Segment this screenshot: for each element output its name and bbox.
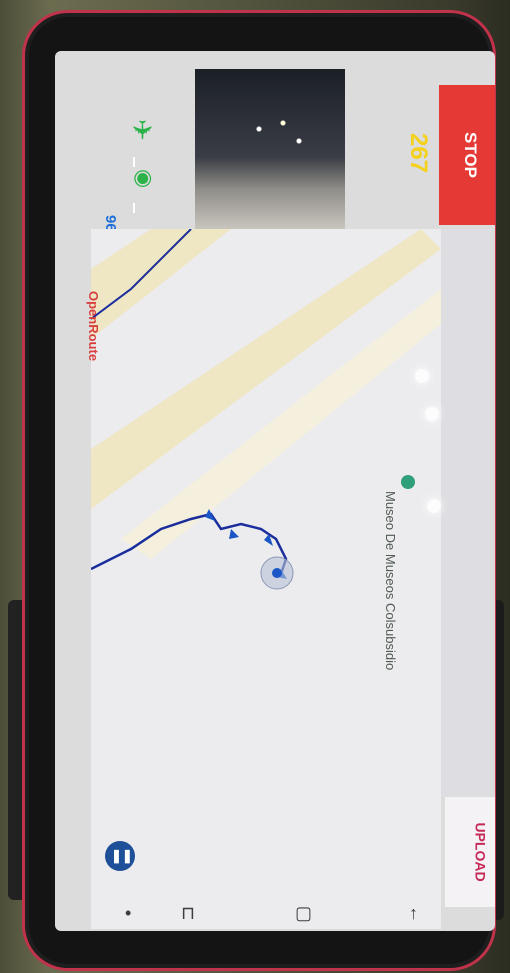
recent-apps-icon[interactable]: ⊓	[181, 903, 195, 924]
road-segment	[91, 229, 231, 339]
wifi-icon: ◉	[132, 169, 157, 189]
status-divider	[133, 203, 135, 213]
nav-dot-icon: •	[125, 903, 132, 923]
screen-glare	[427, 499, 441, 513]
screen-glare	[425, 407, 439, 421]
upload-button[interactable]: UPLOAD	[445, 797, 495, 907]
current-location-dot	[272, 568, 282, 578]
satellite-icon: ✈	[127, 119, 157, 141]
stop-button-label: STOP	[460, 132, 480, 178]
openroute-brand: OpenRoute	[86, 291, 101, 362]
status-divider	[133, 157, 135, 167]
status-bar: ✈ ◉ 96%	[89, 91, 189, 245]
home-icon[interactable]: ▢	[295, 903, 312, 924]
app-screen: ✈ ◉ 96% 267 STOP Open	[55, 51, 495, 931]
phone-device: ✈ ◉ 96% 267 STOP Open	[22, 10, 496, 971]
museum-pin-icon[interactable]	[401, 475, 415, 489]
map-edge-strip	[441, 229, 491, 797]
pause-icon[interactable]: ❚❚	[105, 841, 135, 871]
upload-button-label: UPLOAD	[472, 822, 489, 882]
photo-counter: 267	[405, 132, 433, 174]
stop-button[interactable]: STOP	[439, 85, 495, 225]
street-lights	[235, 99, 315, 159]
camera-preview	[195, 69, 345, 229]
poi-label: Museo De Museos Colsubsidio	[383, 491, 398, 671]
android-nav-bar: • ⊓ ▢ ↑	[91, 903, 491, 931]
screen-glare	[415, 369, 429, 383]
back-icon[interactable]: ↑	[409, 903, 418, 924]
